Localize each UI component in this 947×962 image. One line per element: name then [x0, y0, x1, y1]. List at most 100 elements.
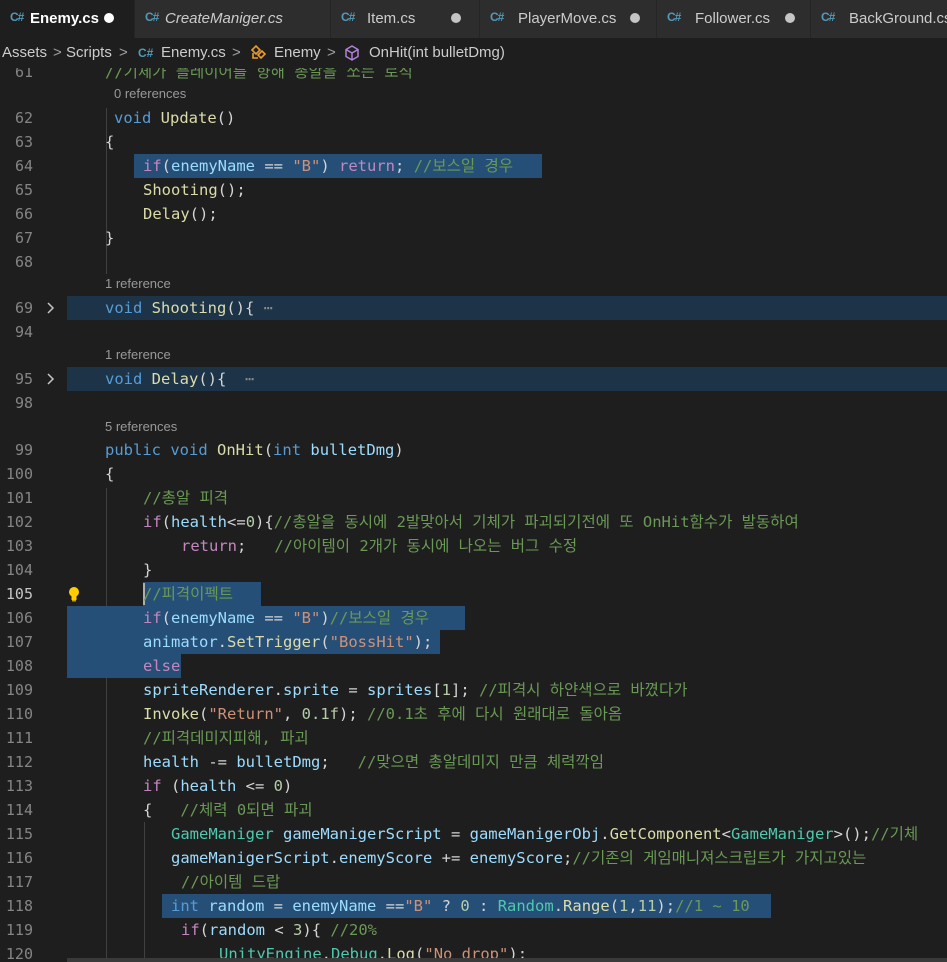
code-lens-references[interactable]: 0 references	[114, 84, 186, 104]
code-text: void Update()	[114, 109, 236, 127]
line-number: 118	[5, 897, 33, 915]
code-line-64: 64 if(enemyName == "B") return; //보스일 경우	[0, 154, 947, 178]
method-icon	[343, 44, 361, 66]
lightbulb-icon[interactable]	[68, 586, 80, 602]
code-line-95: 95 void Delay(){ ⋯	[0, 367, 947, 391]
line-number: 64	[14, 157, 33, 175]
folded-ellipsis: ⋯	[226, 370, 255, 388]
code-line-109: 109 spriteRenderer.sprite = sprites[1]; …	[0, 678, 947, 702]
code-line-115: 115 GameManiger gameManigerScript = game…	[0, 822, 947, 846]
csharp-icon: C#	[145, 10, 159, 24]
code-lens-references[interactable]: 1 reference	[105, 274, 171, 294]
code-line-101: 101 //총알 피격	[0, 486, 947, 510]
code-text: void Delay(){ ⋯	[105, 370, 255, 388]
breadcrumb-assets[interactable]: Assets	[2, 44, 47, 61]
code-line-114: 114 { //체력 0되면 파괴	[0, 798, 947, 822]
line-number: 113	[5, 777, 33, 795]
line-number: 98	[14, 394, 33, 412]
folded-ellipsis: ⋯	[254, 299, 273, 317]
code-text: public void OnHit(int bulletDmg)	[105, 441, 404, 459]
tab-label: Enemy.cs	[30, 10, 99, 27]
horizontal-scrollbar[interactable]	[67, 958, 947, 962]
line-number: 67	[14, 229, 33, 247]
line-number: 116	[5, 849, 33, 867]
chevron-right-icon: >	[53, 44, 62, 61]
code-text: GameManiger gameManigerScript = gameMani…	[171, 825, 919, 843]
code-line-104: 104 }	[0, 558, 947, 582]
csharp-icon: C#	[490, 10, 504, 24]
tab-background-cs[interactable]: C# BackGround.cs	[811, 0, 947, 38]
line-number: 94	[14, 323, 33, 341]
breadcrumb-scripts[interactable]: Scripts	[66, 44, 112, 61]
unsaved-dot-icon[interactable]	[104, 13, 114, 23]
line-number: 62	[14, 109, 33, 127]
csharp-icon: C#	[138, 46, 154, 60]
code-text: Shooting();	[143, 181, 246, 199]
code-comment: //총알 피격	[143, 489, 229, 507]
line-number: 69	[14, 299, 33, 317]
code-line-66: 66 Delay();	[0, 202, 947, 226]
code-text: void Shooting(){ ⋯	[105, 299, 273, 317]
code-text: if(enemyName == "B")//보스일 경우	[143, 609, 429, 627]
chevron-right-icon: >	[232, 44, 241, 61]
line-number: 106	[5, 609, 33, 627]
code-line-63: 63 {	[0, 130, 947, 154]
code-line-110: 110 Invoke("Return", 0.1f); //0.1초 후에 다시…	[0, 702, 947, 726]
breadcrumb: Assets > Scripts > C# Enemy.cs > Enemy >…	[0, 38, 947, 68]
tab-playermove-cs[interactable]: C# PlayerMove.cs	[480, 0, 657, 38]
code-line-69: 69 void Shooting(){ ⋯	[0, 296, 947, 320]
line-number: 101	[5, 489, 33, 507]
chevron-right-icon[interactable]	[46, 367, 56, 391]
csharp-icon: C#	[821, 10, 835, 24]
chevron-right-icon[interactable]	[46, 296, 56, 320]
code-line-118: 118 int random = enemyName =="B" ? 0 : R…	[0, 894, 947, 918]
code-line-116: 116 gameManigerScript.enemyScore += enem…	[0, 846, 947, 870]
unsaved-dot-icon[interactable]	[451, 13, 461, 23]
csharp-icon: C#	[10, 10, 24, 24]
tab-follower-cs[interactable]: C# Follower.cs	[657, 0, 811, 38]
code-text: if(enemyName == "B") return; //보스일 경우	[143, 157, 513, 175]
code-editor[interactable]: 61 //기체가 플레이어를 향해 총알을 쏘는 로직 0 references…	[0, 68, 947, 962]
code-text: {	[105, 133, 115, 151]
breadcrumb-method[interactable]: OnHit(int bulletDmg)	[369, 44, 505, 61]
code-text: return; //아이템이 2개가 동시에 나오는 버그 수정	[181, 537, 578, 555]
code-line-98: 98	[0, 391, 947, 415]
line-number: 115	[5, 825, 33, 843]
code-line-99: 99 public void OnHit(int bulletDmg)	[0, 438, 947, 462]
code-text: }	[143, 561, 153, 579]
code-text: int random = enemyName =="B" ? 0 : Rando…	[171, 897, 750, 915]
code-text: health -= bulletDmg; //맞으면 총알데미지 만큼 체력깍임	[143, 753, 604, 771]
code-line-67: 67 }	[0, 226, 947, 250]
line-number: 119	[5, 921, 33, 939]
line-number: 61	[14, 68, 33, 81]
code-text: else	[143, 657, 181, 675]
code-line-62: 62 void Update()	[0, 106, 947, 130]
code-text: gameManigerScript.enemyScore += enemySco…	[171, 849, 867, 867]
line-number: 112	[5, 753, 33, 771]
line-number: 99	[14, 441, 33, 459]
chevron-right-icon: >	[119, 44, 128, 61]
code-lens-references[interactable]: 1 reference	[105, 345, 171, 365]
code-line-111: 111 //피격데미지피해, 파괴	[0, 726, 947, 750]
tab-createmaniger-cs[interactable]: C# CreateManiger.cs	[135, 0, 331, 38]
code-text: Delay();	[143, 205, 218, 223]
tab-label: BackGround.cs	[849, 10, 947, 27]
tab-enemy-cs[interactable]: C# Enemy.cs	[0, 0, 135, 38]
breadcrumb-file[interactable]: Enemy.cs	[161, 44, 226, 61]
code-lens-references[interactable]: 5 references	[105, 417, 177, 437]
line-number: 102	[5, 513, 33, 531]
code-line-94: 94	[0, 320, 947, 344]
line-number: 111	[5, 729, 33, 747]
line-number: 109	[5, 681, 33, 699]
unsaved-dot-icon[interactable]	[785, 13, 795, 23]
code-text: if(health<=0){//총알을 동시에 2발맞아서 기체가 파괴되기전에…	[143, 513, 799, 531]
unsaved-dot-icon[interactable]	[630, 13, 640, 23]
code-line-61: 61 //기체가 플레이어를 향해 총알을 쏘는 로직	[0, 68, 947, 84]
code-line-106: 106 if(enemyName == "B")//보스일 경우	[0, 606, 947, 630]
tab-label: CreateManiger.cs	[165, 10, 283, 27]
line-number: 65	[14, 181, 33, 199]
line-number: 107	[5, 633, 33, 651]
tab-item-cs[interactable]: C# Item.cs	[331, 0, 480, 38]
breadcrumb-class[interactable]: Enemy	[274, 44, 321, 61]
code-line-119: 119 if(random < 3){ //20%	[0, 918, 947, 942]
